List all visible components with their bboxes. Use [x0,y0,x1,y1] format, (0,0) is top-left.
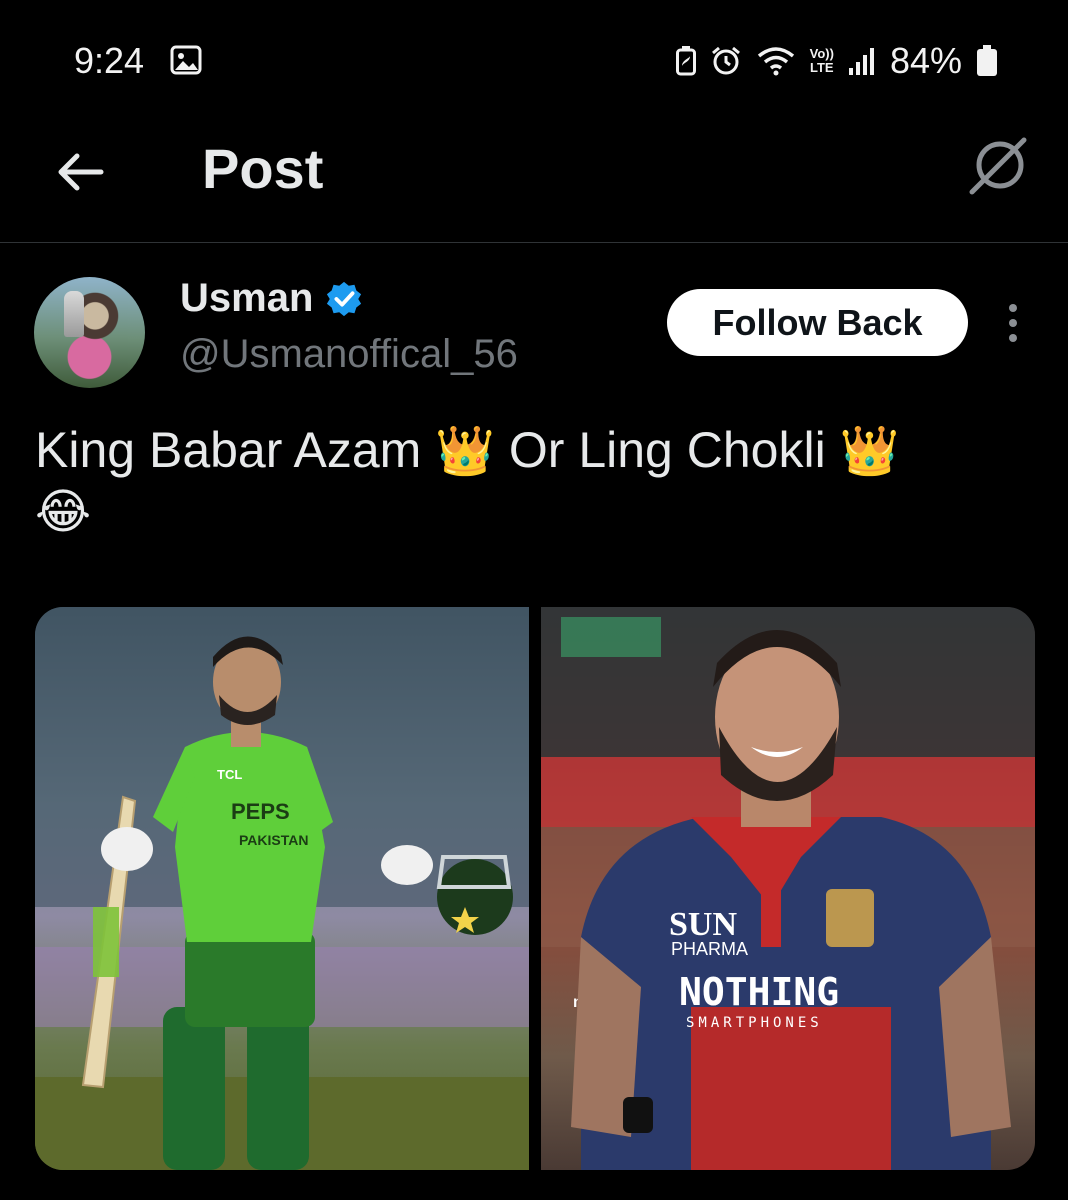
post-header: Post [0,120,1068,243]
follow-back-button[interactable]: Follow Back [667,289,968,356]
signal-icon [848,48,874,75]
battery-icon [977,45,997,76]
front-sub-text: SMARTPHONES [686,1015,823,1031]
laughing-emoji: 😂 [35,484,92,540]
author-handle[interactable]: @Usmanoffical_56 [180,332,518,377]
post-text-part-2: Or Ling Chokli [495,422,840,478]
grok-icon[interactable] [966,132,1030,196]
author-name-text: Usman [180,276,314,320]
jersey-team-text: PAKISTAN [239,832,308,848]
wifi-icon [757,47,794,76]
front-text: NOTHING [679,970,839,1014]
battery-saver-icon [675,46,696,76]
arrow-left-icon [58,153,104,191]
post-text-part-1: King Babar Azam [35,422,436,478]
gallery-icon [170,45,202,75]
cricketer-red-blue-illustration: SUN PHARMA NOTHING SMARTPHONES mdkt [541,607,1035,1170]
crown-emoji: 👑 [435,423,495,479]
back-button[interactable] [50,142,110,202]
jersey-sponsor-text: PEPS [231,799,290,824]
sponsor-1-text: SUN [669,906,737,943]
verified-badge-icon [327,281,362,316]
sponsor-2-text: PHARMA [671,939,748,959]
media-photo-2[interactable]: SUN PHARMA NOTHING SMARTPHONES mdkt [541,607,1035,1170]
media-photo-1[interactable]: PEPS PAKISTAN TCL [35,607,529,1170]
volte-icon: Vo)) LTE [809,46,834,75]
battery-percent: 84% [889,40,962,81]
more-options-icon[interactable] [996,300,1030,346]
media-grid: PEPS PAKISTAN TCL SUN PHARMA NOTHING SMA… [35,607,1035,1170]
page-title: Post [202,137,324,200]
cricketer-green-illustration: PEPS PAKISTAN TCL [35,607,529,1170]
trophy-shape [64,291,84,337]
post-text: King Babar Azam 👑 Or Ling Chokli 👑 😂 [35,420,1035,542]
chest-logo-text: TCL [217,767,242,782]
status-icons: Vo)) LTE 84% [675,38,998,84]
status-bar: 9:24 Vo)) LTE 84% [0,0,1068,120]
author-name[interactable]: Usman [180,276,363,321]
status-time: 9:24 [74,40,145,81]
avatar[interactable] [34,277,145,388]
crown-emoji: 👑 [839,423,900,479]
alarm-icon [711,46,740,75]
